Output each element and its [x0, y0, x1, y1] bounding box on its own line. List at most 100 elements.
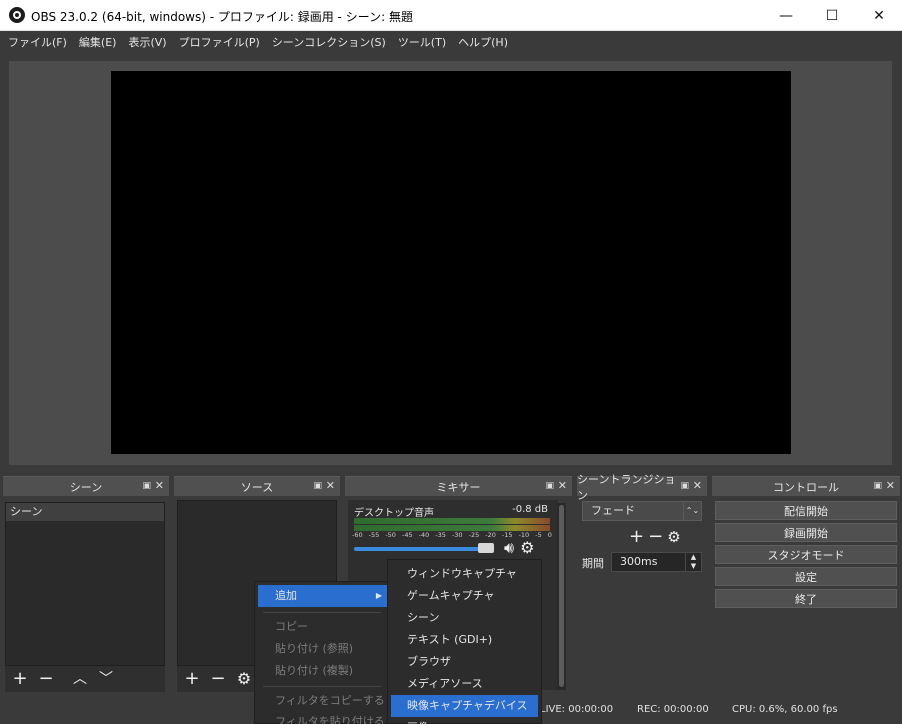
- window-title: OBS 23.0.2 (64-bit, windows) - プロファイル: 録…: [31, 10, 413, 24]
- controls-dock-label: コントロール: [773, 480, 839, 494]
- menu-help[interactable]: ヘルプ(H): [454, 34, 512, 50]
- transition-select[interactable]: フェード ⌃⌄: [582, 501, 702, 521]
- scale-tick: -40: [418, 531, 430, 539]
- scale-tick: -35: [435, 531, 446, 539]
- studio-mode-button[interactable]: スタジオモード: [715, 545, 897, 564]
- close-window-button[interactable]: ✕: [856, 0, 902, 31]
- float-icon[interactable]: ▣: [313, 481, 322, 491]
- scenes-dock-label: シーン: [69, 480, 103, 494]
- transition-selected: フェード: [591, 504, 635, 517]
- scale-tick: -45: [401, 531, 413, 539]
- move-down-icon[interactable]: ﹀: [95, 668, 117, 690]
- scale-tick: -25: [468, 531, 480, 539]
- scenes-dock-title: シーン ▣ ✕: [3, 476, 169, 496]
- add-scene-button[interactable]: +: [9, 668, 31, 690]
- source-type-image[interactable]: 画像: [388, 717, 541, 724]
- float-icon[interactable]: ▣: [545, 481, 554, 491]
- scene-list[interactable]: シーン: [5, 502, 165, 666]
- speaker-icon[interactable]: 🔊︎: [504, 538, 514, 558]
- mixer-scrollbar[interactable]: [557, 503, 566, 690]
- gear-icon[interactable]: ⚙: [233, 668, 255, 690]
- scale-tick: 0: [547, 531, 552, 539]
- close-icon[interactable]: ✕: [693, 479, 702, 492]
- move-up-icon[interactable]: ︿: [69, 668, 91, 690]
- mixer-dock: ミキサー ▣ ✕: [345, 476, 572, 496]
- float-icon[interactable]: ▣: [142, 481, 151, 491]
- transitions-dock-label: シーントランジション: [577, 472, 676, 502]
- scenes-dock: シーン ▣ ✕: [3, 476, 169, 496]
- scale-tick: -50: [385, 531, 396, 539]
- duration-value: 300ms: [620, 555, 658, 568]
- duration-input[interactable]: 300ms ▲ ▼: [611, 552, 702, 572]
- source-type-media[interactable]: メディアソース: [388, 673, 541, 695]
- exit-button[interactable]: 終了: [715, 589, 897, 608]
- sources-dock-label: ソース: [240, 480, 274, 494]
- preview-canvas[interactable]: [111, 71, 791, 454]
- scale-tick: -5: [535, 531, 542, 539]
- context-menu: 追加 ▶ コピー 貼り付け (参照) 貼り付け (複製) フィルタをコピーする …: [254, 581, 389, 724]
- cpu-status: CPU: 0.6%, 60.00 fps: [732, 704, 838, 715]
- menu-tools[interactable]: ツール(T): [394, 34, 450, 50]
- list-item[interactable]: シーン: [6, 503, 164, 521]
- chevron-updown-icon: ⌃⌄: [683, 502, 701, 520]
- close-icon[interactable]: ✕: [155, 479, 164, 492]
- mixer-level: -0.8 dB: [512, 504, 548, 515]
- source-type-game-capture[interactable]: ゲームキャプチャ: [388, 585, 541, 607]
- menu-profile[interactable]: プロファイル(P): [175, 34, 264, 50]
- float-icon[interactable]: ▣: [680, 481, 689, 491]
- source-type-window-capture[interactable]: ウィンドウキャプチャ: [388, 563, 541, 585]
- live-status: LIVE: 00:00:00: [540, 704, 614, 715]
- menu-view[interactable]: 表示(V): [124, 34, 170, 50]
- gear-icon[interactable]: ⚙: [520, 538, 534, 558]
- close-icon[interactable]: ✕: [326, 479, 335, 492]
- duration-label: 期間: [582, 557, 604, 570]
- source-type-browser[interactable]: ブラウザ: [388, 651, 541, 673]
- obs-logo-icon: [9, 7, 25, 23]
- maximize-button[interactable]: ☐: [809, 0, 855, 31]
- scale-tick: -30: [451, 531, 463, 539]
- minimize-button[interactable]: —: [763, 0, 809, 31]
- add-source-button[interactable]: +: [181, 668, 203, 690]
- remove-scene-button[interactable]: −: [35, 668, 57, 690]
- start-streaming-button[interactable]: 配信開始: [715, 501, 897, 520]
- menu-separator: [263, 612, 381, 613]
- menu-item-label: 追加: [275, 589, 297, 602]
- volume-meter: [354, 518, 550, 524]
- volume-slider-track[interactable]: [354, 547, 494, 551]
- title-bar: OBS 23.0.2 (64-bit, windows) - プロファイル: 録…: [0, 0, 902, 31]
- float-icon[interactable]: ▣: [873, 481, 882, 491]
- mixer-dock-title: ミキサー ▣ ✕: [345, 476, 572, 496]
- settings-button[interactable]: 設定: [715, 567, 897, 586]
- mixer-track-name: デスクトップ音声: [354, 508, 434, 519]
- sources-dock: ソース ▣ ✕: [174, 476, 340, 496]
- controls-dock-title: コントロール ▣ ✕: [712, 476, 900, 496]
- menu-item-paste-reference: 貼り付け (参照): [275, 642, 354, 655]
- source-type-video-capture[interactable]: 映像キャプチャデバイス: [391, 695, 538, 717]
- menu-file[interactable]: ファイル(F): [4, 34, 71, 50]
- gear-icon[interactable]: ⚙: [667, 528, 680, 547]
- menu-separator: [263, 686, 381, 687]
- menu-item-paste-duplicate: 貼り付け (複製): [275, 664, 354, 677]
- sources-dock-title: ソース ▣ ✕: [174, 476, 340, 496]
- volume-slider-handle[interactable]: [478, 543, 494, 553]
- add-transition-button[interactable]: +: [629, 526, 644, 547]
- remove-source-button[interactable]: −: [207, 668, 229, 690]
- close-icon[interactable]: ✕: [886, 479, 895, 492]
- spinner-icon[interactable]: ▲ ▼: [685, 553, 701, 571]
- scale-tick: -20: [485, 531, 496, 539]
- menu-scene-collection[interactable]: シーンコレクション(S): [268, 34, 390, 50]
- rec-status: REC: 00:00:00: [637, 704, 709, 715]
- menu-bar: ファイル(F) 編集(E) 表示(V) プロファイル(P) シーンコレクション(…: [0, 31, 902, 53]
- transitions-dock: シーントランジション ▣ ✕: [577, 473, 707, 502]
- close-icon[interactable]: ✕: [558, 479, 567, 492]
- source-type-scene[interactable]: シーン: [388, 607, 541, 629]
- menu-item-copy-filters: フィルタをコピーする: [275, 694, 385, 707]
- remove-transition-button[interactable]: −: [648, 526, 663, 547]
- menu-item-add[interactable]: 追加 ▶: [258, 585, 388, 607]
- menu-edit[interactable]: 編集(E): [75, 34, 121, 50]
- menu-item-copy: コピー: [275, 620, 308, 633]
- start-recording-button[interactable]: 録画開始: [715, 523, 897, 542]
- add-source-submenu: ウィンドウキャプチャ ゲームキャプチャ シーン テキスト (GDI+) ブラウザ…: [387, 559, 542, 724]
- source-type-text[interactable]: テキスト (GDI+): [388, 629, 541, 651]
- mixer-dock-label: ミキサー: [436, 480, 481, 494]
